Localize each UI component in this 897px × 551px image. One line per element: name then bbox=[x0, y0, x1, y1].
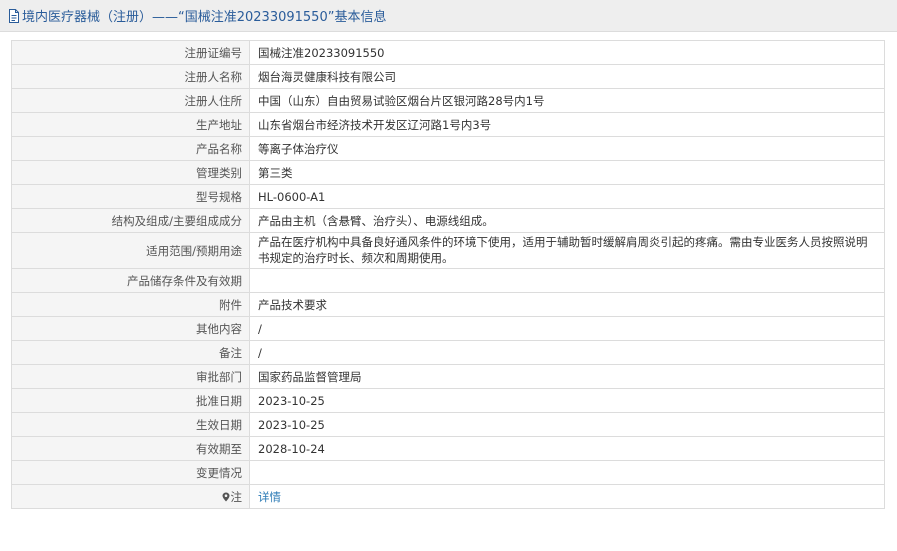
table-row: 注册人名称 烟台海灵健康科技有限公司 bbox=[11, 64, 885, 89]
row-value: 国械注准20233091550 bbox=[249, 40, 885, 65]
table-row: 有效期至 2028-10-24 bbox=[11, 436, 885, 461]
table-row: 变更情况 bbox=[11, 460, 885, 485]
row-label: 备注 bbox=[11, 340, 250, 365]
row-label: 注册证编号 bbox=[11, 40, 250, 65]
row-value: 2028-10-24 bbox=[249, 436, 885, 461]
device-info-table: 注册证编号 国械注准20233091550 注册人名称 烟台海灵健康科技有限公司… bbox=[11, 40, 885, 509]
row-label: 其他内容 bbox=[11, 316, 250, 341]
row-value: 山东省烟台市经济技术开发区辽河路1号内3号 bbox=[249, 112, 885, 137]
table-row: 适用范围/预期用途 产品在医疗机构中具备良好通风条件的环境下使用，适用于辅助暂时… bbox=[11, 232, 885, 269]
row-value: 等离子体治疗仪 bbox=[249, 136, 885, 161]
note-label: 注 bbox=[230, 489, 243, 504]
row-label: 生产地址 bbox=[11, 112, 250, 137]
table-row: 审批部门 国家药品监督管理局 bbox=[11, 364, 885, 389]
row-value: / bbox=[249, 340, 885, 365]
row-label: 附件 bbox=[11, 292, 250, 317]
table-row: 产品名称 等离子体治疗仪 bbox=[11, 136, 885, 161]
row-label: 注册人名称 bbox=[11, 64, 250, 89]
row-value: 中国（山东）自由贸易试验区烟台片区银河路28号内1号 bbox=[249, 88, 885, 113]
table-row: 批准日期 2023-10-25 bbox=[11, 388, 885, 413]
row-label: 批准日期 bbox=[11, 388, 250, 413]
table-row: 注册人住所 中国（山东）自由贸易试验区烟台片区银河路28号内1号 bbox=[11, 88, 885, 113]
row-value: 烟台海灵健康科技有限公司 bbox=[249, 64, 885, 89]
row-label: 产品名称 bbox=[11, 136, 250, 161]
table-row: 附件 产品技术要求 bbox=[11, 292, 885, 317]
details-link[interactable]: 详情 bbox=[258, 490, 281, 504]
row-value: / bbox=[249, 316, 885, 341]
row-value: 国家药品监督管理局 bbox=[249, 364, 885, 389]
row-label: 结构及组成/主要组成成分 bbox=[11, 208, 250, 233]
table-row: 其他内容 / bbox=[11, 316, 885, 341]
note-value-cell: 详情 bbox=[249, 484, 885, 509]
table-row: 结构及组成/主要组成成分 产品由主机（含悬臂、治疗头）、电源线组成。 bbox=[11, 208, 885, 233]
table-row: 管理类别 第三类 bbox=[11, 160, 885, 185]
row-label: 变更情况 bbox=[11, 460, 250, 485]
table-row: 备注 / bbox=[11, 340, 885, 365]
page-title: 境内医疗器械（注册）——“国械注准20233091550”基本信息 bbox=[22, 10, 387, 25]
note-label-cell: 注 bbox=[11, 484, 250, 509]
table-row: 生产地址 山东省烟台市经济技术开发区辽河路1号内3号 bbox=[11, 112, 885, 137]
row-label: 审批部门 bbox=[11, 364, 250, 389]
document-icon bbox=[9, 8, 19, 23]
row-label: 型号规格 bbox=[11, 184, 250, 209]
row-value bbox=[249, 460, 885, 485]
row-value: 产品在医疗机构中具备良好通风条件的环境下使用，适用于辅助暂时缓解肩周炎引起的疼痛… bbox=[249, 232, 885, 269]
row-value bbox=[249, 268, 885, 293]
row-label: 生效日期 bbox=[11, 412, 250, 437]
row-label: 注册人住所 bbox=[11, 88, 250, 113]
row-value: 产品技术要求 bbox=[249, 292, 885, 317]
row-label: 适用范围/预期用途 bbox=[11, 232, 250, 269]
row-value: HL-0600-A1 bbox=[249, 184, 885, 209]
table-row: 型号规格 HL-0600-A1 bbox=[11, 184, 885, 209]
map-pin-icon bbox=[222, 492, 229, 501]
row-value: 第三类 bbox=[249, 160, 885, 185]
table-row-note: 注 详情 bbox=[11, 484, 885, 509]
table-row: 注册证编号 国械注准20233091550 bbox=[11, 40, 885, 65]
row-value: 产品由主机（含悬臂、治疗头）、电源线组成。 bbox=[249, 208, 885, 233]
table-row: 生效日期 2023-10-25 bbox=[11, 412, 885, 437]
page-header: 境内医疗器械（注册）——“国械注准20233091550”基本信息 bbox=[0, 0, 897, 32]
row-label: 管理类别 bbox=[11, 160, 250, 185]
row-value: 2023-10-25 bbox=[249, 412, 885, 437]
row-label: 产品储存条件及有效期 bbox=[11, 268, 250, 293]
table-row: 产品储存条件及有效期 bbox=[11, 268, 885, 293]
row-value: 2023-10-25 bbox=[249, 388, 885, 413]
row-label: 有效期至 bbox=[11, 436, 250, 461]
